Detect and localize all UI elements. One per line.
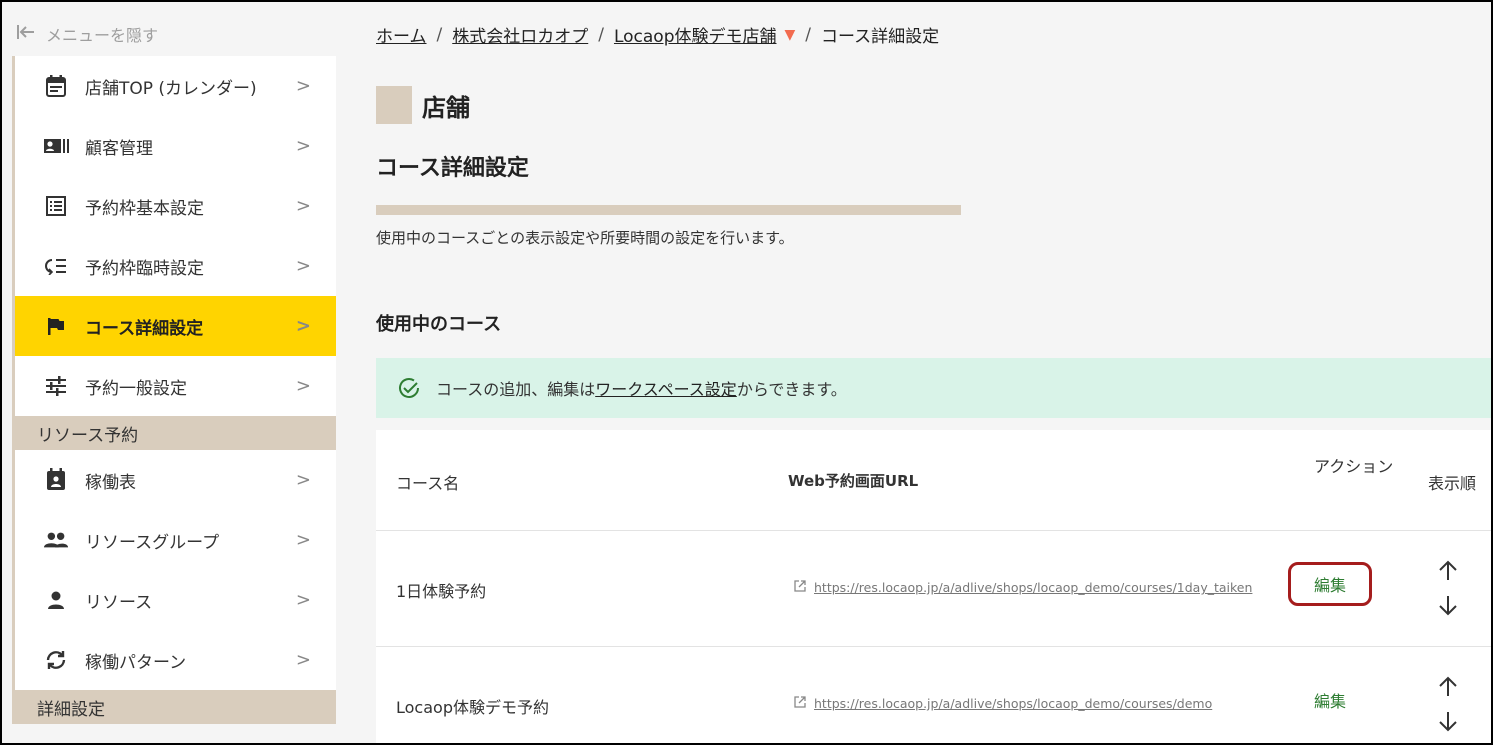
store-heading: 店舗 xyxy=(376,86,470,124)
page-title: コース詳細設定 xyxy=(376,156,529,181)
main-content: ホーム / 株式会社ロカオプ / Locaop体験デモ店舗 ▼ / コース詳細設… xyxy=(336,2,1491,743)
column-header-order: 表示順 xyxy=(1428,474,1477,493)
sidebar-item-label: 予約一般設定 xyxy=(85,378,187,399)
contact-card-icon xyxy=(43,133,69,159)
chevron-right-icon: > xyxy=(295,589,311,611)
column-header-url: Web予約画面URL xyxy=(788,472,919,490)
chevron-right-icon: > xyxy=(295,75,311,97)
collapse-left-icon xyxy=(16,24,38,45)
chevron-right-icon: > xyxy=(295,469,311,491)
breadcrumb-separator: / xyxy=(598,24,604,45)
sidebar-item-basic-slots[interactable]: 予約枠基本設定 > xyxy=(15,176,336,236)
hide-menu-label: メニューを隠す xyxy=(46,26,159,45)
store-title: 店舗 xyxy=(422,93,470,122)
order-arrows xyxy=(1436,556,1460,620)
sidebar-item-course-detail[interactable]: コース詳細設定 > xyxy=(15,296,336,356)
edit-button[interactable]: 編集 xyxy=(1288,678,1372,722)
sidebar-item-schedule[interactable]: 稼働表 > xyxy=(15,450,336,510)
arrow-down-icon[interactable] xyxy=(1436,710,1460,734)
section-header-resource: リソース予約 xyxy=(15,416,336,450)
breadcrumb: ホーム / 株式会社ロカオプ / Locaop体験デモ店舗 ▼ / コース詳細設… xyxy=(376,22,940,48)
chevron-right-icon: > xyxy=(295,375,311,397)
chevron-right-icon: > xyxy=(295,649,311,671)
title-underline-bar xyxy=(376,205,961,215)
section-title: 使用中のコース xyxy=(376,314,502,335)
store-heading-marker xyxy=(376,86,412,124)
course-url[interactable]: https://res.locaop.jp/a/adlive/shops/loc… xyxy=(794,696,1212,711)
column-header-action: アクション xyxy=(1314,457,1394,476)
info-notice: コースの追加、編集は ワークスペース設定 からできます。 xyxy=(376,358,1491,418)
sidebar-item-label: コース詳細設定 xyxy=(85,318,204,339)
order-arrows xyxy=(1436,672,1460,736)
column-header-course-name: コース名 xyxy=(396,474,460,493)
course-url-text[interactable]: https://res.locaop.jp/a/adlive/shops/loc… xyxy=(814,696,1212,711)
table-header: コース名 Web予約画面URL アクション 表示順 xyxy=(376,430,1491,531)
breadcrumb-home-link[interactable]: ホーム xyxy=(376,22,427,47)
chevron-right-icon: > xyxy=(295,315,311,337)
sidebar-item-label: リソース xyxy=(85,592,153,613)
section-header-detail: 詳細設定 xyxy=(15,690,336,724)
chevron-right-icon: > xyxy=(295,195,311,217)
sidebar-item-temporary-slots[interactable]: 予約枠臨時設定 > xyxy=(15,236,336,296)
menu-list: 店舗TOP (カレンダー) > 顧客管理 > 予約枠基本設定 > 予約枠臨時設定… xyxy=(12,56,336,724)
sidebar-item-customers[interactable]: 顧客管理 > xyxy=(15,116,336,176)
arrow-up-icon[interactable] xyxy=(1436,674,1460,698)
hide-menu-button[interactable]: メニューを隠す xyxy=(16,20,158,48)
sidebar-item-resource[interactable]: リソース > xyxy=(15,570,336,630)
arrow-up-icon[interactable] xyxy=(1436,558,1460,582)
breadcrumb-company-link[interactable]: 株式会社ロカオプ xyxy=(452,22,588,47)
course-url[interactable]: https://res.locaop.jp/a/adlive/shops/loc… xyxy=(794,580,1252,595)
table-row: Locaop体験デモ予約 https://res.locaop.jp/a/adl… xyxy=(376,646,1491,743)
sidebar-item-label: 稼働表 xyxy=(85,472,136,493)
group-icon xyxy=(43,527,69,553)
check-circle-icon xyxy=(396,375,422,401)
list-box-icon xyxy=(43,193,69,219)
arrow-down-icon[interactable] xyxy=(1436,594,1460,618)
sync-icon xyxy=(43,647,69,673)
sidebar-item-work-pattern[interactable]: 稼働パターン > xyxy=(15,630,336,690)
sidebar-item-label: 顧客管理 xyxy=(85,138,153,159)
breadcrumb-separator: / xyxy=(436,24,443,45)
schedule-icon xyxy=(43,467,69,493)
chevron-right-icon: > xyxy=(295,255,311,277)
course-table: コース名 Web予約画面URL アクション 表示順 1日体験予約 https:/… xyxy=(376,430,1491,743)
notice-prefix: コースの追加、編集は xyxy=(436,380,596,399)
temporary-list-icon xyxy=(43,253,69,279)
table-row: 1日体験予約 https://res.locaop.jp/a/adlive/sh… xyxy=(376,530,1491,647)
breadcrumb-separator: / xyxy=(805,24,812,45)
sidebar-item-shop-top[interactable]: 店舗TOP (カレンダー) > xyxy=(15,56,336,116)
calendar-icon xyxy=(43,73,69,99)
sidebar-item-label: リソースグループ xyxy=(85,532,220,553)
breadcrumb-current: コース詳細設定 xyxy=(821,27,940,47)
person-icon xyxy=(43,587,69,613)
external-link-icon xyxy=(794,696,806,711)
sidebar-item-label: 予約枠臨時設定 xyxy=(85,258,204,279)
sidebar-item-label: 店舗TOP (カレンダー) xyxy=(85,78,257,99)
breadcrumb-shop-link[interactable]: Locaop体験デモ店舗 xyxy=(614,22,777,47)
course-name: 1日体験予約 xyxy=(396,582,487,601)
sidebar: メニューを隠す 店舗TOP (カレンダー) > 顧客管理 > 予約枠基本設定 > xyxy=(2,2,336,743)
sidebar-item-resource-group[interactable]: リソースグループ > xyxy=(15,510,336,570)
chevron-right-icon: > xyxy=(295,529,311,551)
page-description: 使用中のコースごとの表示設定や所要時間の設定を行います。 xyxy=(376,229,794,247)
sliders-icon xyxy=(43,373,69,399)
edit-button[interactable]: 編集 xyxy=(1288,562,1372,606)
workspace-settings-link[interactable]: ワークスペース設定 xyxy=(595,376,737,400)
flag-icon xyxy=(43,313,69,339)
dropdown-triangle-icon[interactable]: ▼ xyxy=(785,27,796,43)
chevron-right-icon: > xyxy=(295,135,311,157)
sidebar-item-label: 予約枠基本設定 xyxy=(85,198,204,219)
course-url-text[interactable]: https://res.locaop.jp/a/adlive/shops/loc… xyxy=(814,580,1252,595)
sidebar-item-general-settings[interactable]: 予約一般設定 > xyxy=(15,356,336,416)
sidebar-item-label: 稼働パターン xyxy=(85,652,187,673)
notice-suffix: からできます。 xyxy=(736,380,847,399)
course-name: Locaop体験デモ予約 xyxy=(396,698,549,717)
external-link-icon xyxy=(794,580,806,595)
